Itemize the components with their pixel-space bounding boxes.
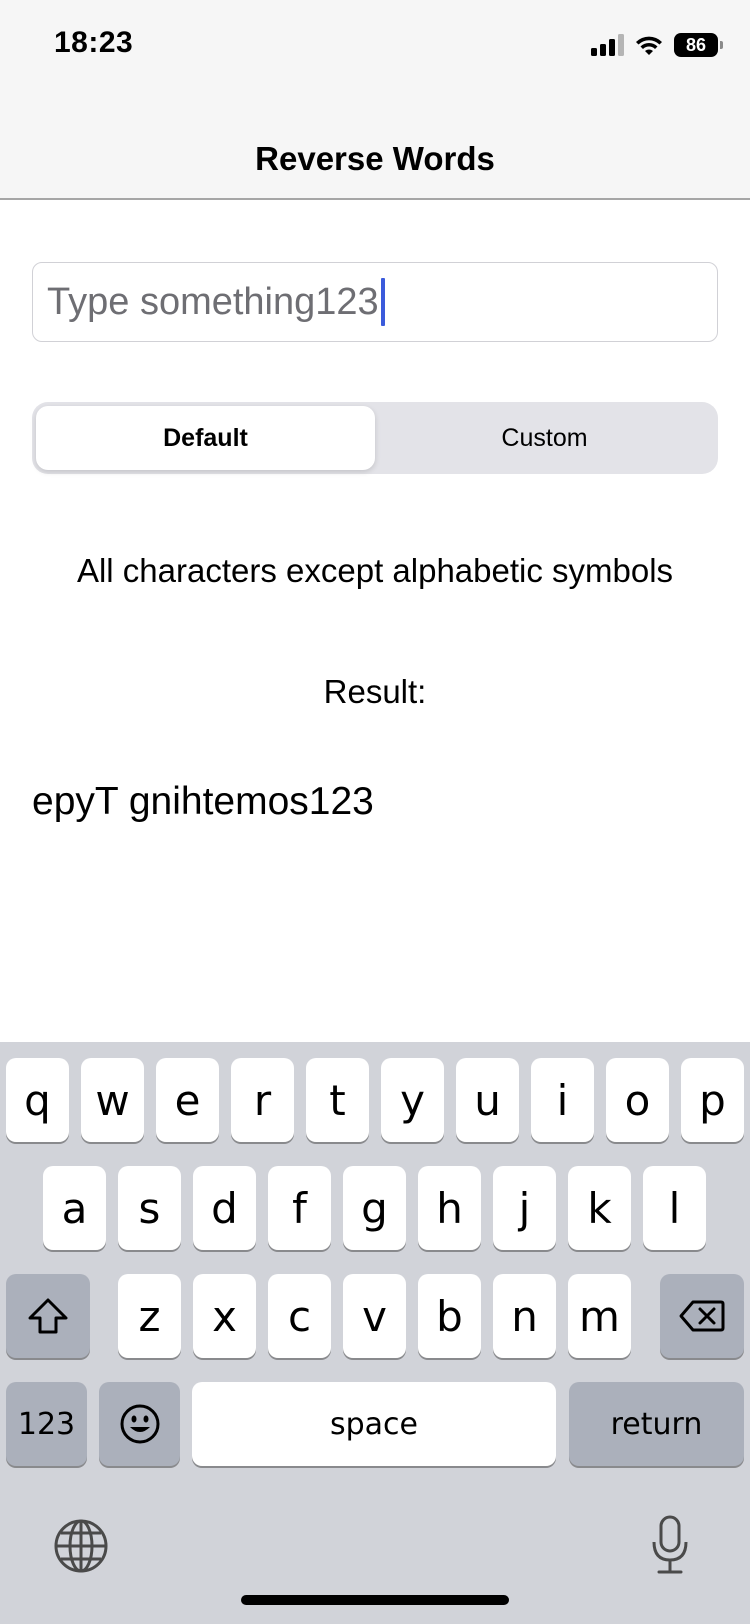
- globe-icon[interactable]: [53, 1518, 109, 1574]
- key-j[interactable]: j: [493, 1166, 556, 1250]
- key-r[interactable]: r: [231, 1058, 294, 1142]
- numbers-key[interactable]: 123: [6, 1382, 87, 1466]
- key-n[interactable]: n: [493, 1274, 556, 1358]
- battery-level: 86: [685, 34, 707, 55]
- microphone-icon[interactable]: [650, 1514, 690, 1576]
- text-cursor: [380, 278, 385, 326]
- navigation-bar: 18:23 86 Reverse Words: [0, 0, 750, 200]
- segment-default[interactable]: Default: [36, 406, 375, 470]
- delete-icon: [679, 1300, 725, 1332]
- key-y[interactable]: y: [381, 1058, 444, 1142]
- shift-key[interactable]: [6, 1274, 90, 1358]
- key-f[interactable]: f: [268, 1166, 331, 1250]
- keyboard: q w e r t y u i o p a s d f g h j k l z …: [0, 1042, 750, 1624]
- key-s[interactable]: s: [118, 1166, 181, 1250]
- key-i[interactable]: i: [531, 1058, 594, 1142]
- mode-description: All characters except alphabetic symbols: [76, 552, 674, 589]
- home-indicator[interactable]: [241, 1595, 509, 1605]
- key-m[interactable]: m: [568, 1274, 631, 1358]
- key-k[interactable]: k: [568, 1166, 631, 1250]
- key-b[interactable]: b: [418, 1274, 481, 1358]
- emoji-icon: [120, 1404, 159, 1444]
- key-g[interactable]: g: [343, 1166, 406, 1250]
- text-input-value: Type something123: [47, 280, 379, 323]
- key-q[interactable]: q: [6, 1058, 69, 1142]
- key-p[interactable]: p: [681, 1058, 744, 1142]
- space-key[interactable]: space: [192, 1382, 556, 1466]
- wifi-icon: [636, 36, 662, 55]
- key-t[interactable]: t: [306, 1058, 369, 1142]
- key-w[interactable]: w: [81, 1058, 144, 1142]
- key-e[interactable]: e: [156, 1058, 219, 1142]
- emoji-key[interactable]: [99, 1382, 180, 1466]
- key-a[interactable]: a: [43, 1166, 106, 1250]
- delete-key[interactable]: [660, 1274, 744, 1358]
- battery-icon: 86: [674, 33, 723, 57]
- key-z[interactable]: z: [118, 1274, 181, 1358]
- return-key[interactable]: return: [569, 1382, 744, 1466]
- key-x[interactable]: x: [193, 1274, 256, 1358]
- app-screen: 18:23 86 Reverse Words Type something123…: [0, 0, 750, 1624]
- mode-segmented-control: Default Custom: [32, 402, 718, 474]
- status-icons: 86: [591, 30, 723, 60]
- segment-custom[interactable]: Custom: [375, 406, 714, 470]
- key-v[interactable]: v: [343, 1274, 406, 1358]
- key-c[interactable]: c: [268, 1274, 331, 1358]
- key-o[interactable]: o: [606, 1058, 669, 1142]
- text-input[interactable]: Type something123: [32, 262, 718, 342]
- key-h[interactable]: h: [418, 1166, 481, 1250]
- key-d[interactable]: d: [193, 1166, 256, 1250]
- shift-icon: [28, 1298, 68, 1334]
- result-value: epyT gnihtemos123: [32, 780, 374, 823]
- key-u[interactable]: u: [456, 1058, 519, 1142]
- key-l[interactable]: l: [643, 1166, 706, 1250]
- result-label: Result:: [323, 673, 427, 710]
- cellular-signal-icon: [591, 34, 624, 56]
- status-time: 18:23: [54, 26, 134, 59]
- page-title: Reverse Words: [255, 140, 495, 177]
